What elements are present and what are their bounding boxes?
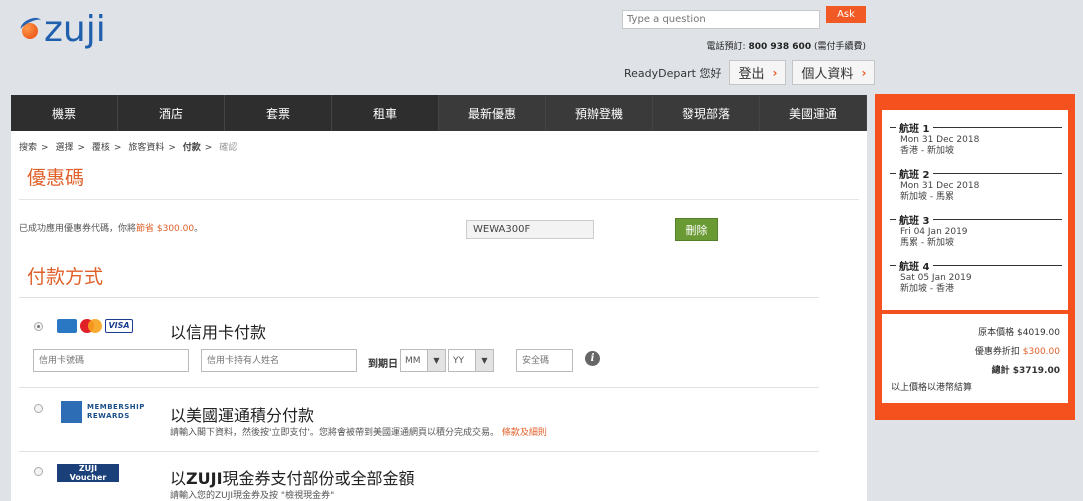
currency-note: 以上價格以港幣結算 — [891, 383, 973, 393]
crumb-search[interactable]: 搜索 — [19, 143, 37, 153]
chevron-right-icon: › — [772, 65, 778, 80]
crumb-payment: 付款 — [182, 143, 201, 153]
flight-item: 航班 4 Sat 05 Jan 2019 新加坡 - 香港 — [890, 258, 1062, 295]
profile-button[interactable]: 個人資料 › — [792, 60, 876, 85]
divider — [19, 387, 819, 388]
ask-input[interactable] — [622, 10, 820, 29]
info-icon[interactable]: i — [585, 351, 600, 366]
flight-title: 航班 4 — [890, 258, 1062, 273]
nav-item-checkin[interactable]: 預辦登機 — [546, 95, 653, 131]
user-row: ReadyDepart 您好 登出 › 個人資料 › — [624, 60, 881, 85]
expiry-month-select[interactable]: MM ▼ — [400, 349, 446, 372]
nav-item-hotels[interactable]: 酒店 — [118, 95, 225, 131]
card-number-input[interactable] — [33, 349, 189, 372]
flight-route: 新加坡 - 馬累 — [900, 192, 954, 202]
crumb-select[interactable]: 選擇 — [55, 143, 73, 153]
flight-route: 新加坡 - 香港 — [900, 284, 954, 294]
profile-label: 個人資料 — [801, 67, 854, 82]
phone-number: 800 938 600 — [748, 42, 812, 52]
price-summary: 原本價格 $4019.00 優惠券折扣 $300.00 總計 $3719.00 … — [882, 314, 1068, 403]
chevron-down-icon: ▼ — [475, 350, 493, 371]
logo-text: zuji — [44, 9, 106, 50]
phone-booking: 電話預訂: 800 938 600 (需付手續費) — [707, 39, 866, 52]
flight-date: Mon 31 Dec 2018 — [900, 181, 980, 191]
ask-search: Ask — [622, 6, 866, 29]
nav-item-packages[interactable]: 套票 — [225, 95, 332, 131]
chevron-right-icon: › — [861, 65, 867, 80]
membership-rewards-logo: MEMBERSHIP REWARDS — [61, 401, 145, 423]
flight-title: 航班 1 — [890, 120, 1062, 135]
flight-item: 航班 3 Fri 04 Jan 2019 馬累 - 新加坡 — [890, 212, 1062, 249]
total-price: 總計 $3719.00 — [991, 366, 1060, 376]
delete-coupon-button[interactable]: 刪除 — [675, 218, 718, 241]
amex-rewards-title: 以美國運通積分付款 — [170, 406, 315, 425]
divider — [19, 297, 819, 298]
flight-item: 航班 2 Mon 31 Dec 2018 新加坡 - 馬累 — [890, 166, 1062, 203]
flight-date: Mon 31 Dec 2018 — [900, 135, 980, 145]
coupon-code-input[interactable] — [466, 220, 594, 239]
coupon-heading: 優惠碼 — [27, 167, 85, 189]
coupon-saving: 節省 $300.00 — [136, 224, 195, 234]
flight-title: 航班 3 — [890, 212, 1062, 227]
phone-note: (需付手續費) — [813, 42, 866, 52]
crumb-review[interactable]: 覆核 — [92, 143, 110, 153]
expiry-label: 到期日 — [368, 359, 398, 370]
crumb-confirm: 確認 — [219, 143, 238, 153]
flight-title: 航班 2 — [890, 166, 1062, 181]
breadcrumb: 搜索 > 選擇 > 覆核 > 旅客資料 > 付款 > 確認 — [19, 143, 238, 153]
credit-card-title: 以信用卡付款 — [170, 323, 267, 342]
user-greeting: ReadyDepart 您好 — [624, 66, 722, 80]
zuji-voucher-logo: ZUJI Voucher — [57, 464, 119, 482]
zuji-logo[interactable]: zuji — [18, 9, 106, 50]
nav-item-flights[interactable]: 機票 — [11, 95, 118, 131]
divider — [19, 451, 819, 452]
expiry-year-select[interactable]: YY ▼ — [448, 349, 494, 372]
logout-label: 登出 — [738, 67, 765, 82]
flight-date: Sat 05 Jan 2019 — [900, 273, 972, 283]
voucher-desc: 請輸入您的ZUJI現金券及按 "檢視現金券" — [170, 491, 335, 501]
nav-item-deals[interactable]: 最新優惠 — [439, 95, 546, 131]
terms-link[interactable]: 條款及細則 — [502, 428, 547, 438]
flight-route: 香港 - 新加坡 — [900, 146, 954, 156]
card-holder-input[interactable] — [201, 349, 357, 372]
ask-button[interactable]: Ask — [826, 6, 866, 23]
visa-card-icon: VISA — [105, 319, 133, 333]
main-content: 搜索 > 選擇 > 覆核 > 旅客資料 > 付款 > 確認 優惠碼 已成功應用優惠券代碼，… — [11, 131, 867, 501]
amex-logo-icon — [61, 401, 82, 423]
chevron-down-icon: ▼ — [427, 350, 445, 371]
nav-item-blog[interactable]: 發現部落 — [653, 95, 760, 131]
phone-label: 電話預訂: — [706, 42, 746, 52]
logout-button[interactable]: 登出 › — [729, 60, 787, 85]
amex-rewards-radio[interactable] — [34, 404, 43, 413]
voucher-radio[interactable] — [34, 467, 43, 476]
amex-card-icon — [57, 319, 77, 333]
amex-rewards-desc: 請輸入閣下資料，然後按'立即支付'。您將會被帶到美國運通網頁以積分完成交易。 條… — [170, 428, 547, 438]
flight-item: 航班 1 Mon 31 Dec 2018 香港 - 新加坡 — [890, 120, 1062, 157]
divider — [19, 199, 859, 200]
globe-icon — [18, 14, 44, 41]
main-nav: 機票 酒店 套票 租車 最新優惠 預辦登機 發現部落 美國運通 — [11, 95, 867, 131]
booking-summary: 航班 1 Mon 31 Dec 2018 香港 - 新加坡 航班 2 Mon 3… — [875, 94, 1075, 420]
original-price: 原本價格 $4019.00 — [978, 328, 1060, 338]
flight-route: 馬累 - 新加坡 — [900, 238, 954, 248]
crumb-traveller[interactable]: 旅客資料 — [128, 143, 164, 153]
flight-list: 航班 1 Mon 31 Dec 2018 香港 - 新加坡 航班 2 Mon 3… — [882, 110, 1068, 310]
coupon-applied-message: 已成功應用優惠券代碼，你將節省 $300.00。 — [19, 224, 204, 234]
credit-card-radio[interactable] — [34, 322, 43, 331]
payment-heading: 付款方式 — [27, 266, 104, 288]
voucher-title: 以ZUJI現金券支付部份或全部金額 — [170, 469, 415, 488]
flight-date: Fri 04 Jan 2019 — [900, 227, 968, 237]
nav-item-car-rental[interactable]: 租車 — [332, 95, 439, 131]
nav-item-amex[interactable]: 美國運通 — [760, 95, 867, 131]
card-logos: VISA — [57, 319, 135, 333]
mastercard-icon — [79, 319, 103, 333]
coupon-discount: 優惠券折扣 $300.00 — [974, 347, 1060, 357]
cvv-input[interactable] — [516, 349, 573, 372]
